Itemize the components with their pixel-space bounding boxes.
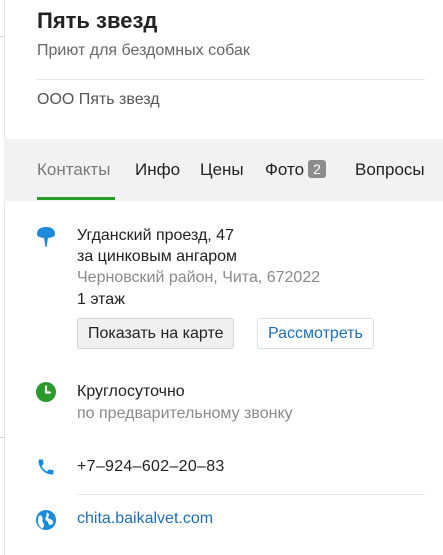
address-landmark: за цинковым ангаром xyxy=(77,248,238,265)
active-tab-indicator xyxy=(37,197,115,200)
left-panel-edge xyxy=(0,0,5,555)
page-title: Пять звезд xyxy=(37,8,158,33)
divider xyxy=(37,79,425,80)
globe-icon xyxy=(36,510,56,530)
hours-note: по предварительному звонку xyxy=(77,405,293,422)
show-on-map-button[interactable]: Показать на карте xyxy=(77,318,235,349)
location-pin-icon xyxy=(37,227,55,247)
address-street: Угданский проезд, 47 xyxy=(77,227,234,244)
tab-contacts[interactable]: Контакты xyxy=(37,160,110,180)
left-divider-mark xyxy=(0,437,5,438)
tab-questions[interactable]: Вопросы xyxy=(355,160,425,180)
tab-bar: Контакты Инфо Цены Фото 2 Вопросы xyxy=(4,139,443,201)
address-district: Черновский район, Чита, 672022 xyxy=(77,269,321,286)
tab-info[interactable]: Инфо xyxy=(135,160,180,180)
tab-prices[interactable]: Цены xyxy=(200,160,244,180)
clock-icon xyxy=(36,382,56,402)
company-name: ООО Пять звезд xyxy=(37,91,160,108)
tab-photos[interactable]: Фото 2 xyxy=(265,160,326,180)
page-subtitle: Приют для бездомных собак xyxy=(37,42,250,59)
left-divider-mark xyxy=(0,36,5,37)
divider xyxy=(77,494,425,495)
phone-number[interactable]: +7‒924‒602‒20‒83 xyxy=(77,458,225,476)
address-floor: 1 этаж xyxy=(77,291,125,308)
tab-photos-label: Фото xyxy=(265,160,305,179)
phone-icon xyxy=(38,459,54,475)
hours-main: Круглосуточно xyxy=(77,383,185,400)
view-button[interactable]: Рассмотреть xyxy=(257,318,374,349)
website-link[interactable]: chita.baikalvet.com xyxy=(77,510,213,528)
photo-count-badge: 2 xyxy=(308,160,326,178)
